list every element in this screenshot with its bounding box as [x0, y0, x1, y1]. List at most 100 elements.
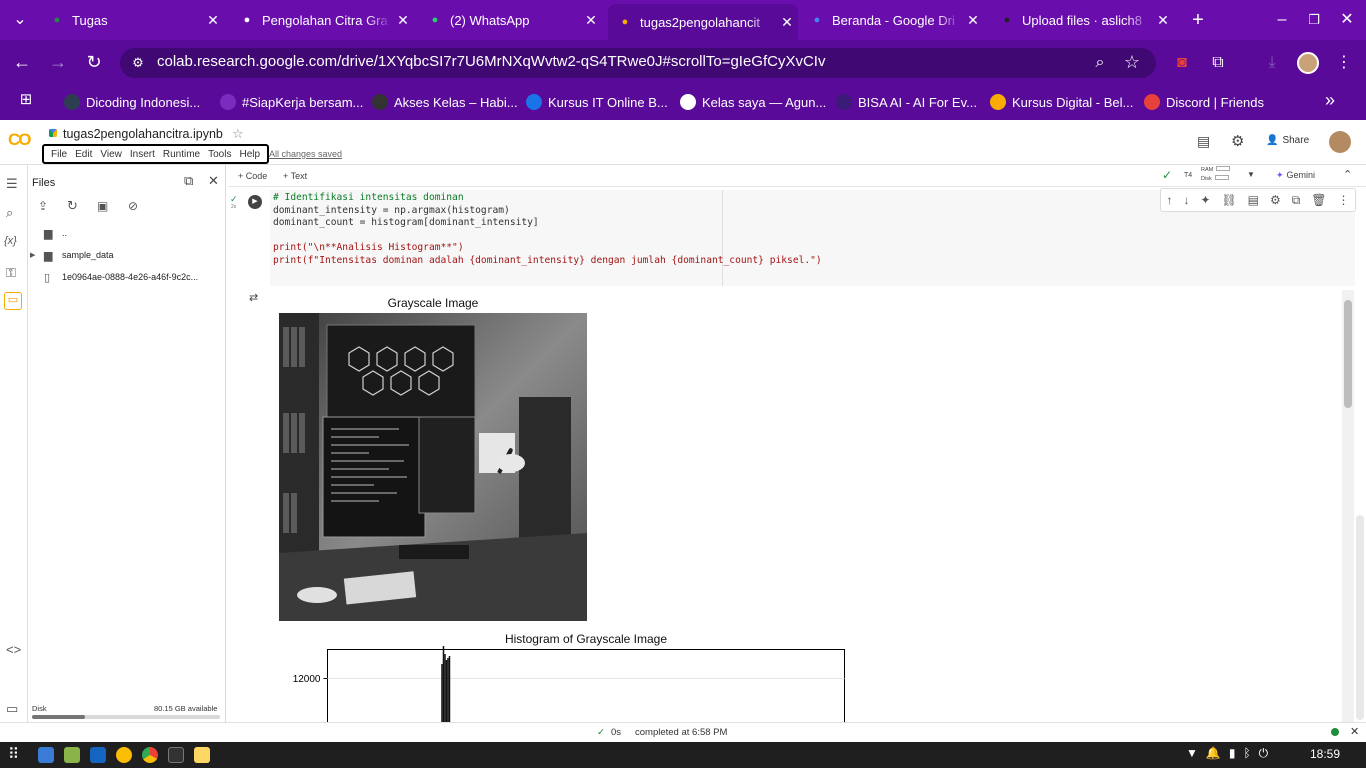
browser-tab[interactable]: ● Pengolahan Citra Gra ✕ [230, 6, 414, 34]
status-close-icon[interactable]: ✕ [1350, 725, 1359, 738]
files-folder-icon[interactable]: ▭ [4, 292, 22, 310]
menu-file[interactable]: File [51, 149, 67, 160]
restore-icon[interactable]: ❐ [1304, 10, 1324, 30]
user-avatar[interactable] [1329, 131, 1351, 153]
collapse-icon[interactable]: ⌃ [1343, 168, 1352, 181]
browser-tab[interactable]: ● Tugas ✕ [40, 6, 224, 34]
search-icon[interactable]: ⌕ [6, 205, 13, 221]
file-manager-icon[interactable] [64, 747, 80, 763]
new-folder-icon[interactable]: ▣ [97, 199, 108, 213]
more-bookmarks-icon[interactable]: » [1320, 90, 1340, 110]
refresh-icon[interactable]: ↻ [67, 198, 78, 214]
settings-app-icon[interactable] [116, 747, 132, 763]
bookmark-item[interactable]: Kursus IT Online B... [526, 92, 668, 112]
chrome-icon[interactable] [142, 747, 158, 763]
profile-avatar[interactable] [1297, 52, 1319, 74]
colab-logo-icon[interactable]: CO [8, 130, 38, 150]
secrets-key-icon[interactable]: ⚿ [6, 265, 16, 281]
zoom-icon[interactable]: ⌕ [1090, 53, 1110, 73]
minimize-icon[interactable]: – [1272, 10, 1292, 30]
browser-menu-icon[interactable]: ⋮ [1334, 53, 1354, 73]
launcher-icon[interactable]: ⠿ [8, 745, 19, 763]
tab-close-icon[interactable]: ✕ [1152, 12, 1174, 29]
extensions-icon[interactable]: ⧉ [1208, 53, 1228, 73]
share-button[interactable]: 👤 Share [1266, 135, 1309, 146]
tab-close-icon[interactable]: ✕ [580, 12, 602, 29]
star-icon[interactable]: ☆ [232, 126, 244, 142]
browser-tab[interactable]: ● Upload files · aslich8 ✕ [990, 6, 1174, 34]
system-tray[interactable]: ▼🔔▮ᛒ⏻ [1186, 746, 1276, 761]
tab-close-icon[interactable]: ✕ [392, 12, 414, 29]
tab-close-icon[interactable]: ✕ [776, 14, 798, 31]
menu-edit[interactable]: Edit [75, 149, 92, 160]
add-text-button[interactable]: + Text [283, 171, 307, 181]
save-status[interactable]: All changes saved [269, 149, 342, 159]
reload-icon[interactable]: ↻ [84, 52, 104, 72]
browser-tab[interactable]: ● (2) WhatsApp ✕ [418, 6, 602, 34]
browser-tab[interactable]: ● Beranda - Google Dri ✕ [800, 6, 984, 34]
runtime-dropdown-icon[interactable]: ▼ [1247, 170, 1255, 179]
link-icon[interactable]: ⛓ [1221, 193, 1236, 207]
close-window-icon[interactable]: ✕ [1337, 10, 1357, 30]
download-icon[interactable]: ⤓ [1262, 53, 1282, 73]
menu-help[interactable]: Help [239, 149, 260, 160]
notebook-name[interactable]: tugas2pengolahancitra.ipynb [63, 127, 223, 141]
toc-icon[interactable]: ☰ [6, 176, 18, 192]
runtime-type[interactable]: T4 [1184, 172, 1192, 179]
app-icon[interactable] [90, 747, 106, 763]
comment-cell-icon[interactable]: ▤ [1248, 193, 1259, 207]
new-tab-icon[interactable]: + [1188, 10, 1208, 30]
cell-more-icon[interactable]: ⋮ [1337, 193, 1349, 207]
mirror-cell-icon[interactable]: ⧉ [1292, 193, 1301, 208]
tab-close-icon[interactable]: ✕ [202, 12, 224, 29]
gemini-button[interactable]: ✦ Gemini [1276, 170, 1315, 181]
variables-icon[interactable]: {x} [4, 235, 17, 247]
expand-arrow-icon[interactable]: ▶ [30, 251, 44, 259]
open-in-tab-icon[interactable]: ⧉ [184, 173, 193, 189]
pocket-icon[interactable]: ◙ [1172, 53, 1192, 73]
scrollbar-thumb[interactable] [1344, 300, 1352, 408]
page-scrollbar[interactable] [1356, 515, 1364, 720]
code-snippets-icon[interactable]: <> [6, 642, 21, 657]
bookmark-item[interactable]: BISA AI - AI For Ev... [836, 92, 977, 112]
bookmark-star-icon[interactable]: ☆ [1122, 52, 1142, 72]
cell-settings-icon[interactable]: ⚙ [1270, 193, 1281, 207]
terminal-icon[interactable]: ▭ [6, 701, 18, 717]
settings-gear-icon[interactable]: ⚙ [1231, 132, 1244, 150]
file-tree-item[interactable]: ▆.. [30, 225, 67, 241]
delete-icon[interactable]: 🗑 [1311, 193, 1326, 207]
resource-monitor[interactable]: RAM Disk [1201, 166, 1231, 184]
code-editor[interactable]: # Identifikasi intensitas dominan dominan… [270, 190, 822, 286]
bookmark-item[interactable]: Akses Kelas – Habi... [372, 92, 518, 112]
back-icon[interactable]: ← [12, 52, 32, 72]
upload-icon[interactable]: ⇪ [38, 199, 48, 213]
bookmark-item[interactable]: Kelas saya — Agun... [680, 92, 826, 112]
menu-runtime[interactable]: Runtime [163, 149, 200, 160]
menu-tools[interactable]: Tools [208, 149, 231, 160]
add-code-button[interactable]: + Code [238, 171, 267, 181]
hide-files-icon[interactable]: ⊘ [128, 199, 138, 213]
tab-close-icon[interactable]: ✕ [962, 12, 984, 29]
file-tree-item[interactable]: ▯ 1e0964ae-0888-4e26-a46f-9c2c... [30, 269, 198, 285]
url-text[interactable]: colab.research.google.com/drive/1XYqbcSI… [157, 53, 825, 70]
menu-insert[interactable]: Insert [130, 149, 155, 160]
output-actions-icon[interactable]: ⇄ [249, 291, 258, 304]
move-up-icon[interactable]: ↑ [1166, 193, 1172, 207]
notes-app-icon[interactable] [194, 747, 210, 763]
forward-icon[interactable]: → [48, 52, 68, 72]
files-app-icon[interactable] [38, 747, 54, 763]
bookmark-item[interactable]: Kursus Digital - Bel... [990, 92, 1133, 112]
tab-search-icon[interactable]: ⌄ [10, 10, 30, 30]
terminal-app-icon[interactable] [168, 747, 184, 763]
move-down-icon[interactable]: ↓ [1183, 193, 1189, 207]
close-panel-icon[interactable]: ✕ [208, 173, 219, 189]
site-info-icon[interactable]: ⚙ [128, 53, 148, 73]
bookmark-item[interactable]: Discord | Friends [1144, 92, 1264, 112]
file-tree-item[interactable]: ▶ ▆ sample_data [30, 247, 114, 263]
apps-grid-icon[interactable]: ⊞ [16, 90, 36, 110]
browser-tab[interactable]: ● tugas2pengolahancit ✕ [608, 4, 798, 40]
menu-view[interactable]: View [100, 149, 122, 160]
run-cell-button[interactable]: ▶ [248, 195, 262, 209]
bookmark-item[interactable]: Dicoding Indonesi... [64, 92, 200, 112]
comment-icon[interactable]: ▤ [1197, 133, 1210, 150]
